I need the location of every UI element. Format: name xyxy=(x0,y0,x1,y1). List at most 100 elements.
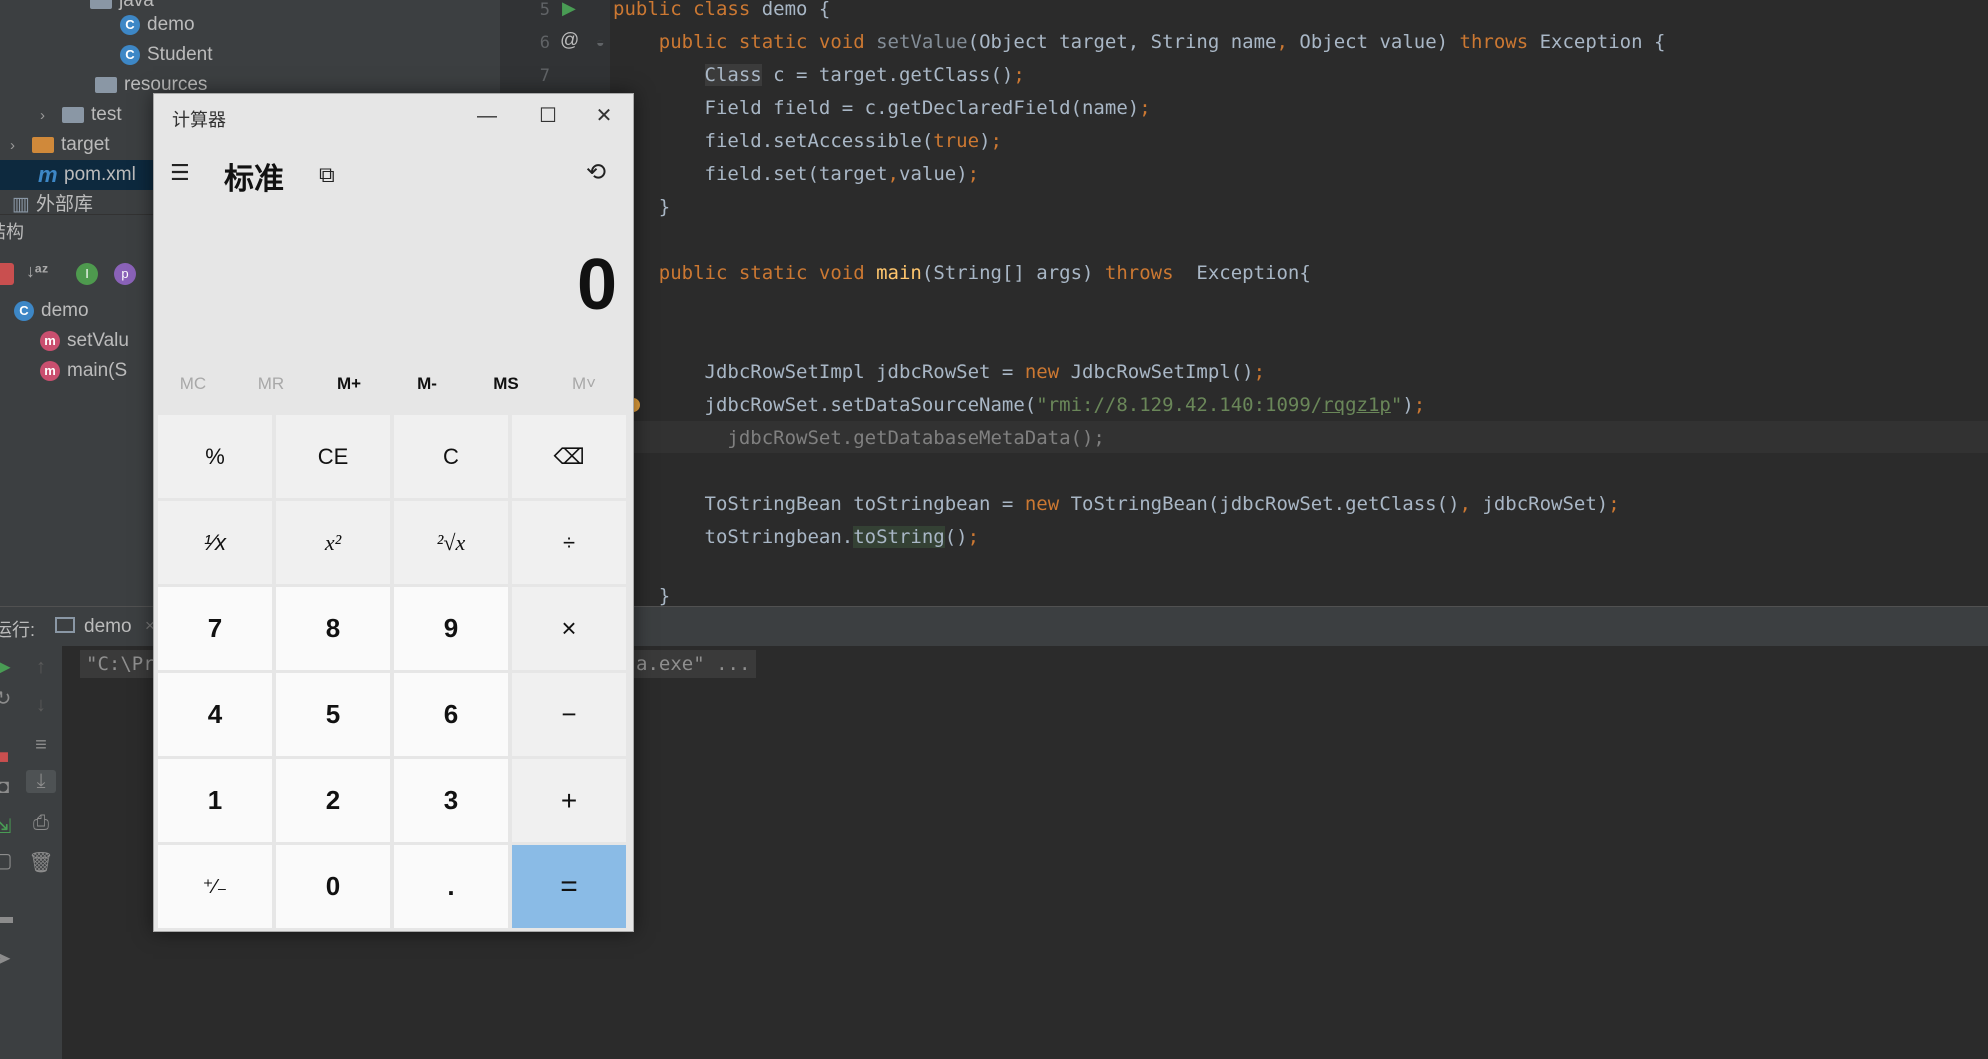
scroll-end-icon[interactable]: ⤓ xyxy=(26,770,56,793)
tree-label: resources xyxy=(124,74,208,95)
multiply-button[interactable]: × xyxy=(512,587,626,670)
code-line: Field field = c.getDeclaredField(name); xyxy=(613,97,1151,119)
minimize-button[interactable]: — xyxy=(459,96,515,136)
trash-icon[interactable]: 🗑 xyxy=(26,850,56,875)
clear-button[interactable]: C xyxy=(394,415,508,498)
digit-1-button[interactable]: 1 xyxy=(158,759,272,842)
tree-item-student[interactable]: C Student xyxy=(120,40,213,70)
window-title: 计算器 xyxy=(172,110,226,130)
tree-label: Student xyxy=(147,44,213,65)
maximize-button[interactable]: ☐ xyxy=(520,96,576,136)
decimal-button[interactable]: . xyxy=(394,845,508,928)
history-icon[interactable]: ⟲ xyxy=(586,158,606,187)
code-line: jdbcRowSet.getDatabaseMetaData(); xyxy=(613,427,1105,449)
sort-alpha-icon[interactable]: ↓ᵃᶻ xyxy=(26,261,48,282)
soft-wrap-icon[interactable]: ≡ xyxy=(26,734,56,757)
run-tab-demo[interactable]: demo xyxy=(84,616,132,638)
code-line: public class demo { xyxy=(613,0,831,20)
equals-button[interactable]: = xyxy=(512,845,626,928)
class-icon: C xyxy=(120,44,140,65)
reciprocal-button[interactable]: ¹⁄x xyxy=(158,501,272,584)
tree-label: demo xyxy=(147,14,195,35)
rerun-icon[interactable]: ▶ xyxy=(0,654,18,679)
tree-label: pom.xml xyxy=(64,164,136,185)
method-icon: m xyxy=(40,330,60,351)
digit-3-button[interactable]: 3 xyxy=(394,759,508,842)
line-number: 6 xyxy=(539,33,550,53)
divide-button[interactable]: ÷ xyxy=(512,501,626,584)
structure-item-main[interactable]: m main(S xyxy=(40,356,127,386)
arrow-right-icon[interactable]: ➤ xyxy=(0,946,18,971)
backspace-button[interactable]: ⌫ xyxy=(512,415,626,498)
folder-icon xyxy=(95,76,117,93)
pin-icon[interactable]: ▢ xyxy=(0,848,18,873)
chevron-right-icon[interactable]: › xyxy=(40,101,62,131)
memory-subtract-button[interactable]: M- xyxy=(388,374,466,394)
layout-icon[interactable]: ▬ xyxy=(0,906,18,929)
run-toolbar: ▶ ↻ ■ ◘ ⇲ ▢ ▬ ➤ ↑ ↓ ≡ ⤓ ⎙ 🗑 xyxy=(0,646,63,1059)
console-command-start: "C:\Pr xyxy=(80,650,161,678)
tree-item-target[interactable]: › target xyxy=(10,130,170,160)
code-line: JdbcRowSetImpl jdbcRowSet = new JdbcRowS… xyxy=(613,361,1266,383)
digit-2-button[interactable]: 2 xyxy=(276,759,390,842)
chevron-right-icon[interactable]: › xyxy=(10,131,32,161)
properties-icon[interactable]: p xyxy=(114,263,136,285)
digit-5-button[interactable]: 5 xyxy=(276,673,390,756)
restore-layout-icon[interactable]: ⇲ xyxy=(0,814,18,839)
inherited-icon[interactable]: I xyxy=(76,263,98,285)
camera-icon[interactable]: ◘ xyxy=(0,776,18,799)
method-icon: m xyxy=(40,360,60,381)
run-label: 运行: xyxy=(0,620,36,640)
percent-button[interactable]: % xyxy=(158,415,272,498)
subtract-button[interactable]: − xyxy=(512,673,626,756)
tree-label: target xyxy=(61,134,110,155)
tree-item-pom[interactable]: m pom.xml xyxy=(0,160,160,190)
run-gutter-icon[interactable]: ▶ xyxy=(562,0,576,19)
menu-icon[interactable]: ☰ xyxy=(170,160,190,186)
structure-title: 结构 xyxy=(0,222,24,242)
add-button[interactable]: + xyxy=(512,759,626,842)
digit-9-button[interactable]: 9 xyxy=(394,587,508,670)
tree-label: demo xyxy=(41,300,89,321)
digit-8-button[interactable]: 8 xyxy=(276,587,390,670)
scroll-down-icon[interactable]: ↓ xyxy=(26,694,56,717)
code-line: public static void main(String[] args) t… xyxy=(658,262,1311,284)
code-line: field.set(target,value); xyxy=(613,163,980,185)
tree-item-test[interactable]: › test xyxy=(40,100,122,130)
memory-clear-button[interactable]: MC xyxy=(154,374,232,394)
digit-4-button[interactable]: 4 xyxy=(158,673,272,756)
memory-add-button[interactable]: M+ xyxy=(310,374,388,394)
mode-title: 标准 xyxy=(224,163,284,196)
keep-on-top-icon[interactable]: ⧉ xyxy=(319,162,335,188)
code-line: jdbcRowSet.setDataSourceName("rmi://8.12… xyxy=(613,394,1426,416)
memory-store-button[interactable]: MS xyxy=(467,374,545,394)
tree-item-external-libs[interactable]: ▥ 外部库 xyxy=(12,190,93,214)
tree-label: test xyxy=(91,104,122,125)
print-icon[interactable]: ⎙ xyxy=(26,812,56,835)
structure-item-demo[interactable]: Cdemo xyxy=(14,296,89,326)
square-root-button[interactable]: ²√x xyxy=(394,501,508,584)
code-line: Class c = target.getClass(); xyxy=(704,64,1025,86)
folder-icon xyxy=(62,106,84,123)
negate-button[interactable]: ⁺⁄₋ xyxy=(158,845,272,928)
square-button[interactable]: x² xyxy=(276,501,390,584)
stop-icon[interactable]: ■ xyxy=(0,746,18,769)
scroll-up-icon[interactable]: ↑ xyxy=(26,656,56,679)
close-button[interactable]: ✕ xyxy=(576,96,632,136)
tree-label: main(S xyxy=(67,360,128,381)
code-line: public static void setValue(Object targe… xyxy=(658,31,1666,53)
refresh-icon[interactable]: ↻ xyxy=(0,686,18,711)
digit-7-button[interactable]: 7 xyxy=(158,587,272,670)
memory-list-button[interactable]: M˅ xyxy=(545,374,623,394)
memory-recall-button[interactable]: MR xyxy=(232,374,310,394)
sort-visibility-icon[interactable] xyxy=(0,263,14,285)
code-line: toStringbean.toString(); xyxy=(613,526,980,548)
folder-icon xyxy=(32,136,54,153)
digit-0-button[interactable]: 0 xyxy=(276,845,390,928)
tree-item-demo[interactable]: Cdemo xyxy=(120,10,195,40)
code-line: ToStringBean toStringbean = new ToString… xyxy=(613,493,1620,515)
digit-6-button[interactable]: 6 xyxy=(394,673,508,756)
fold-icon[interactable]: ◒ xyxy=(596,34,604,50)
structure-item-setvalue[interactable]: m setValu xyxy=(40,326,129,356)
clear-entry-button[interactable]: CE xyxy=(276,415,390,498)
